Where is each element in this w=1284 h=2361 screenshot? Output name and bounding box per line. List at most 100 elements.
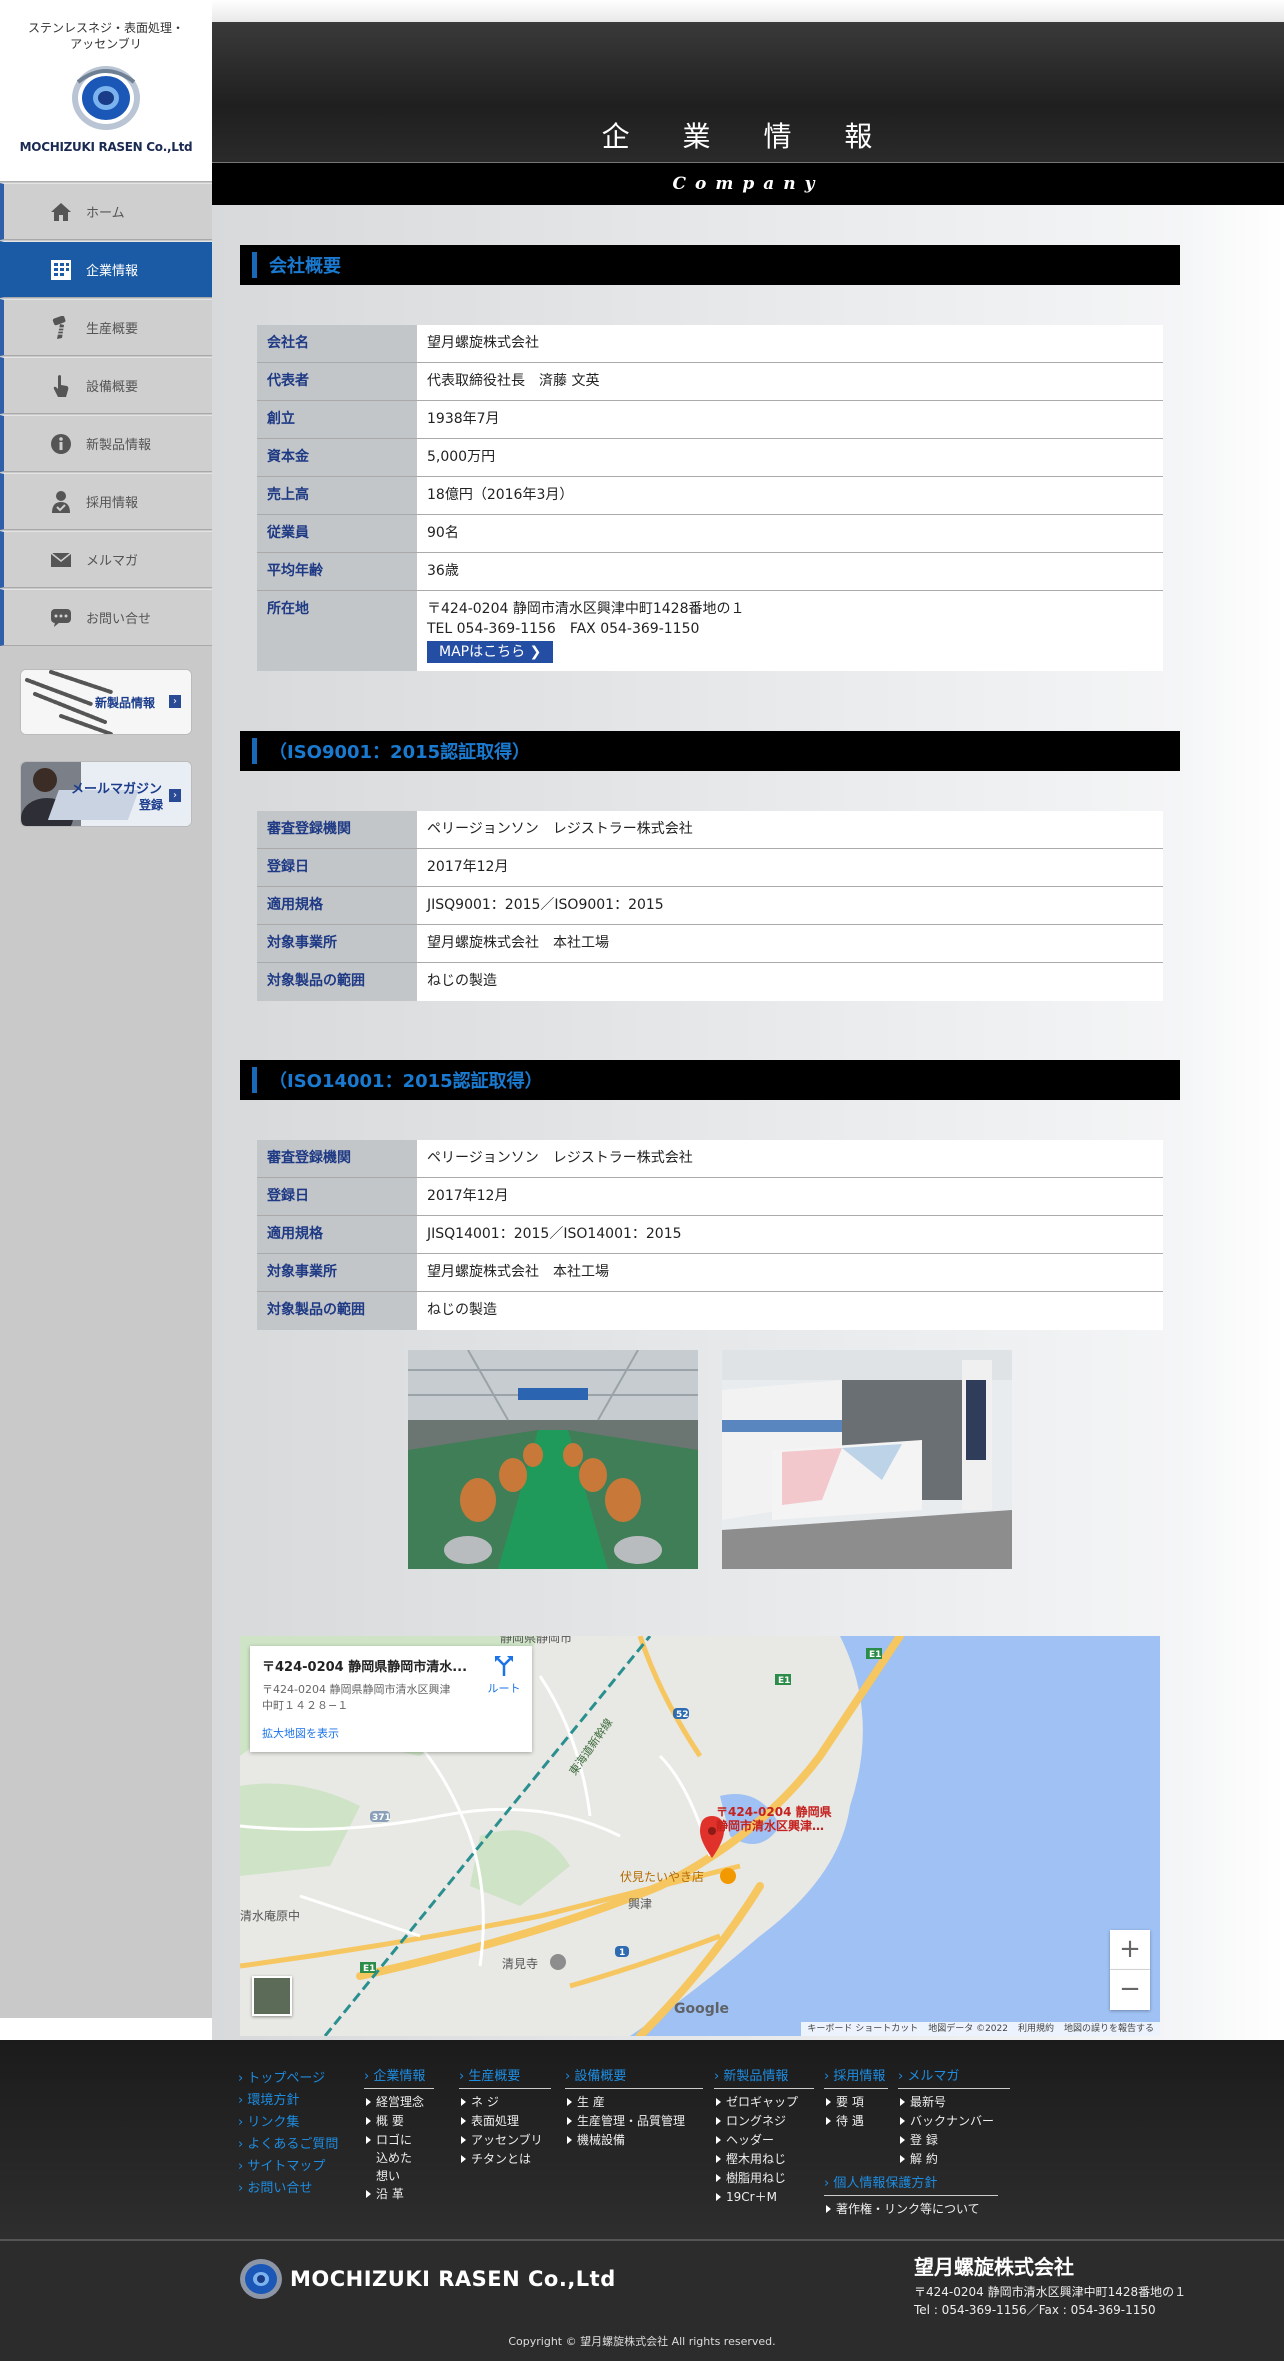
footer-col-title[interactable]: › 設備概要 [565, 2068, 703, 2086]
logo-emblem-icon [72, 66, 140, 130]
footer-col-title[interactable]: › 企業情報 [364, 2068, 434, 2086]
footer-item[interactable]: 経営理念 [364, 2093, 434, 2112]
nav-item-recruit[interactable]: 採用情報 [0, 473, 212, 530]
nav-label: ホーム [86, 206, 125, 221]
footer-item[interactable]: 生産管理・品質管理 [565, 2112, 703, 2131]
nav-item-company[interactable]: 企業情報 [0, 241, 212, 298]
table-row: 創立 1938年7月 [257, 401, 1163, 439]
footer-item[interactable]: 沿 革 [364, 2185, 434, 2204]
banner-new-products[interactable]: 新製品情報 › [20, 669, 192, 735]
home-icon [48, 199, 74, 225]
footer-address: 〒424-0204 静岡市清水区興津中町1428番地の１ [914, 2285, 1187, 2299]
map-button-label: MAPはこちら [439, 644, 526, 660]
footer-item[interactable]: 待 遇 [824, 2112, 888, 2131]
table-row: 登録日 2017年12月 [257, 849, 1163, 887]
footer-col-title-text: メルマガ [907, 2069, 960, 2084]
footer-col-title-text: 採用情報 [833, 2069, 886, 2084]
google-logo: Google [674, 2001, 729, 2017]
page-title: 企 業 情 報 [601, 120, 895, 153]
section-heading-company: 会社概要 [240, 245, 1180, 285]
zoom-out-button[interactable]: − [1110, 1970, 1150, 2010]
footer-col-list: 経営理念 概 要 ロゴに込めた想い 沿 革 [364, 2088, 434, 2204]
footer-item[interactable]: 樫木用ねじ [714, 2150, 814, 2169]
nav-item-home[interactable]: ホーム [0, 183, 212, 240]
footer-item[interactable]: ネ ジ [459, 2093, 551, 2112]
keyboard-shortcuts-link[interactable]: キーボード ショートカット [807, 2022, 918, 2036]
row-value: ねじの製造 [417, 1292, 1163, 1330]
iso14001-table: 審査登録機関 ペリージョンソン レジストラー株式会社 登録日 2017年12月 適用… [257, 1140, 1163, 1330]
route-button[interactable]: ルート [484, 1656, 524, 1696]
footer-item[interactable]: チタンとは [459, 2150, 551, 2169]
footer-col-privacy: › 個人情報保護方針 著作権・リンク等について [824, 2175, 998, 2219]
footer-link-env[interactable]: › 環境方針 [238, 2090, 338, 2112]
footer-col-title[interactable]: › 個人情報保護方針 [824, 2175, 998, 2193]
row-label: 対象事業所 [257, 1254, 417, 1291]
zoom-in-button[interactable]: + [1110, 1930, 1150, 1970]
pin-label-line2: 静岡市清水区興津… [716, 1818, 824, 1833]
footer-link-sitemap[interactable]: › サイトマップ [238, 2156, 338, 2178]
footer-item[interactable]: 著作権・リンク等について [824, 2200, 998, 2219]
banner-mail-magazine[interactable]: メールマガジン 登録 › [20, 761, 192, 827]
footer-item[interactable]: ロングネジ [714, 2112, 814, 2131]
map-button[interactable]: MAPはこちら ❯ [427, 641, 554, 663]
table-row: 売上高 18億円（2016年3月） [257, 477, 1163, 515]
report-error-link[interactable]: 地図の誤りを報告する [1064, 2022, 1154, 2036]
row-label: 登録日 [257, 849, 417, 886]
temple-marker-icon[interactable] [550, 1954, 566, 1970]
satellite-toggle[interactable] [252, 1976, 292, 2016]
footer-item[interactable]: 解 約 [898, 2150, 1010, 2169]
enlarge-map-link[interactable]: 拡大地図を表示 [262, 1725, 520, 1741]
chat-icon [48, 605, 74, 631]
footer-col-title[interactable]: › 生産概要 [459, 2068, 551, 2086]
footer-item[interactable]: 生 産 [565, 2093, 703, 2112]
nav-item-mailmag[interactable]: メルマガ [0, 531, 212, 588]
nav-item-production[interactable]: 生産概要 [0, 299, 212, 356]
footer-col-title[interactable]: › メルマガ [898, 2068, 1010, 2086]
heading-accent-bar [252, 738, 257, 764]
restaurant-marker-icon[interactable] [720, 1868, 736, 1884]
row-value: 90名 [417, 515, 1163, 552]
map-info-card: 〒424-0204 静岡県静岡市清水... 〒424-0204 静岡県静岡市清水… [250, 1646, 532, 1752]
footer-item[interactable]: 要 項 [824, 2093, 888, 2112]
terms-link[interactable]: 利用規約 [1018, 2022, 1054, 2036]
banner-products-label: 新製品情報 [95, 696, 156, 710]
footer-col-title[interactable]: › 新製品情報 [714, 2068, 814, 2086]
footer-col-list: 最新号 バックナンバー 登 録 解 約 [898, 2088, 1010, 2169]
nav-item-new-products[interactable]: 新製品情報 [0, 415, 212, 472]
row-label: 適用規格 [257, 887, 417, 924]
footer-item[interactable]: 19Cr＋M [714, 2188, 814, 2207]
table-row: 対象製品の範囲 ねじの製造 [257, 963, 1163, 1001]
map-label-taiyaki: 伏見たいやき店 [620, 1870, 704, 1884]
footer-item[interactable]: 最新号 [898, 2093, 1010, 2112]
row-value: 36歳 [417, 553, 1163, 590]
row-label: 適用規格 [257, 1216, 417, 1253]
footer-item[interactable]: 表面処理 [459, 2112, 551, 2131]
logo-area[interactable]: ステンレスネジ・表面処理・ アッセンブリ MOCHIZUKI RASEN Co.… [0, 0, 212, 182]
map-attribution: キーボード ショートカット 地図データ ©2022 利用規約 地図の誤りを報告す… [801, 2022, 1160, 2036]
footer-col-title[interactable]: › 採用情報 [824, 2068, 888, 2086]
footer-link-contact[interactable]: › お問い合せ [238, 2178, 338, 2200]
map-label-seikenji: 清見寺 [502, 1957, 538, 1971]
footer-item[interactable]: ヘッダー [714, 2131, 814, 2150]
nav-label: メルマガ [86, 554, 139, 569]
nav-item-contact[interactable]: お問い合せ [0, 589, 212, 646]
footer-link-links[interactable]: › リンク集 [238, 2112, 338, 2134]
footer-item[interactable]: 登 録 [898, 2131, 1010, 2150]
sidebar: ステンレスネジ・表面処理・ アッセンブリ MOCHIZUKI RASEN Co.… [0, 0, 212, 2018]
footer-link-faq[interactable]: › よくあるご質問 [238, 2134, 338, 2156]
footer-item[interactable]: アッセンブリ [459, 2131, 551, 2150]
banner-mail-line2: 登録 [139, 798, 164, 812]
nav-item-equipment[interactable]: 設備概要 [0, 357, 212, 414]
footer-item[interactable]: ロゴに込めた想い [364, 2131, 420, 2185]
footer-item[interactable]: 樹脂用ねじ [714, 2169, 814, 2188]
footer-col-new-products: › 新製品情報 ゼロギャップ ロングネジ ヘッダー 樫木用ねじ 樹脂用ねじ 19… [714, 2068, 814, 2207]
footer-item[interactable]: ゼロギャップ [714, 2093, 814, 2112]
footer-item[interactable]: 機械設備 [565, 2131, 703, 2150]
footer-link-top[interactable]: › トップページ [238, 2068, 338, 2090]
google-map[interactable]: 東海道新幹線 静岡県静岡市 清水庵原中 清見寺 興津 伏見たいやき店 E1 E1… [240, 1636, 1160, 2036]
nav-label: 生産概要 [86, 322, 139, 337]
logo-text: MOCHIZUKI RASEN Co.,Ltd [19, 140, 193, 154]
footer-item[interactable]: 概 要 [364, 2112, 434, 2131]
footer-item[interactable]: バックナンバー [898, 2112, 1010, 2131]
row-value: ねじの製造 [417, 963, 1163, 1001]
